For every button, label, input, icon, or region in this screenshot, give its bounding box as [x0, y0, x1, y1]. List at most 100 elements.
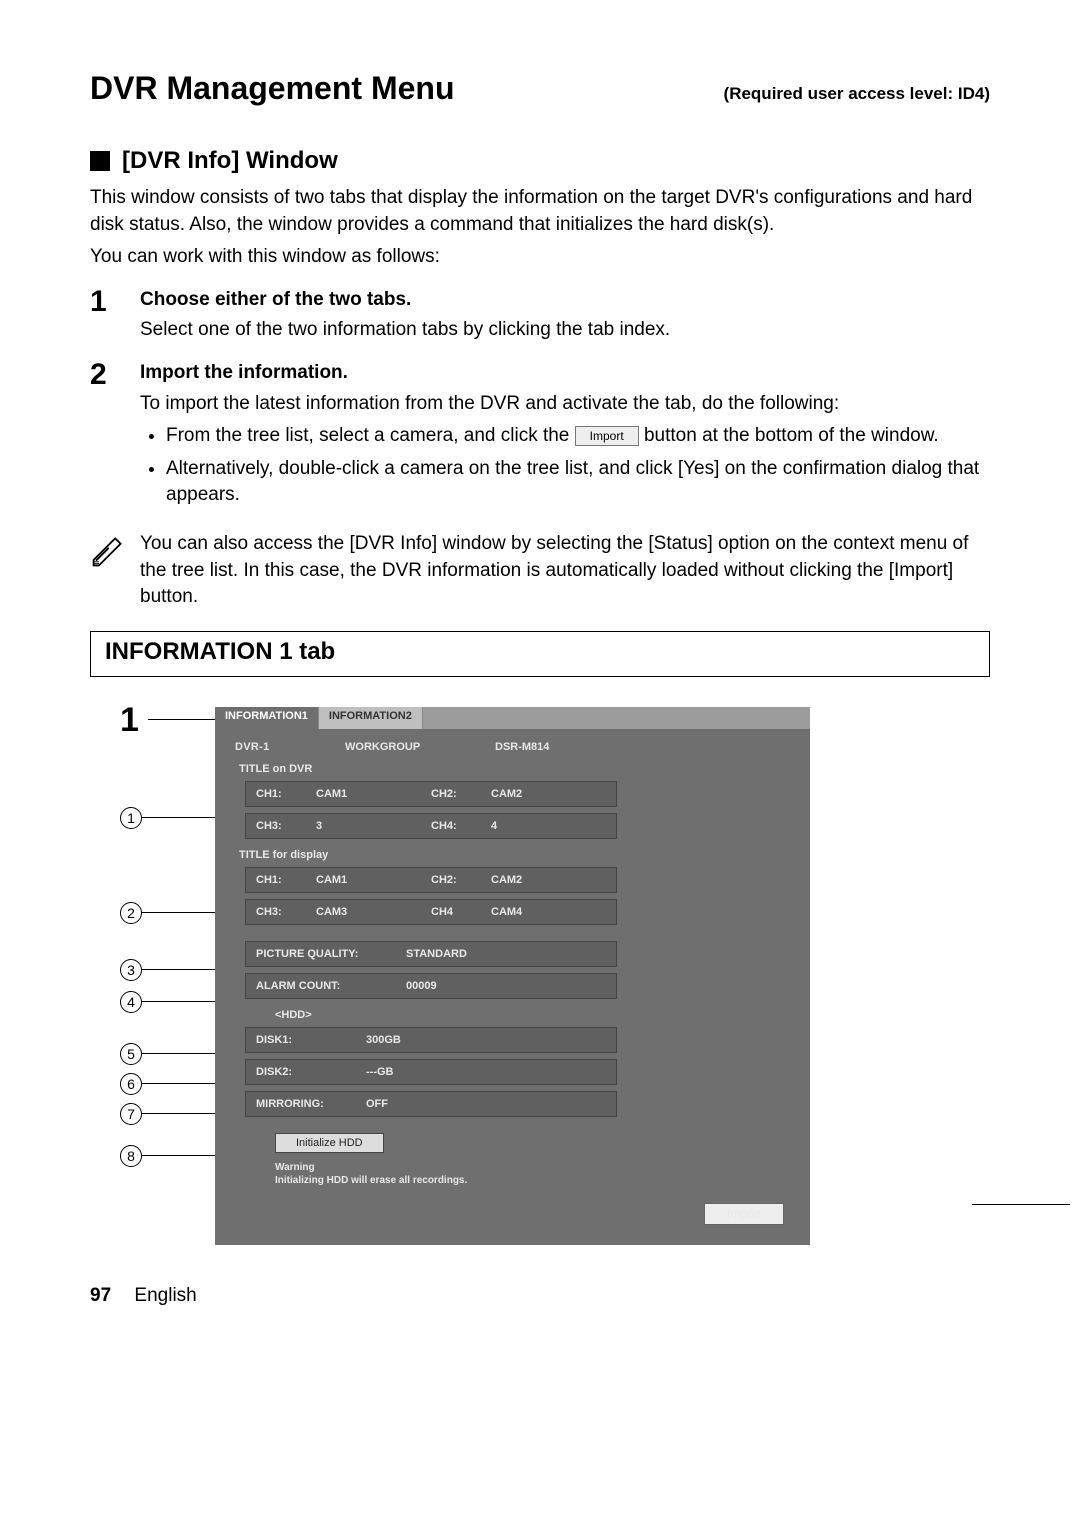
step2-body: To import the latest information from th…	[140, 391, 990, 418]
warning-label: Warning	[275, 1161, 794, 1174]
section-title: [DVR Info] Window	[122, 147, 338, 175]
d-ch4-label: CH4	[431, 906, 491, 918]
bullet1-pre: From the tree list, select a camera, and…	[166, 425, 569, 446]
lead-line	[142, 1155, 215, 1156]
disk2-row: DISK2: ---GB	[245, 1059, 617, 1085]
mirroring-row: MIRRORING: OFF	[245, 1091, 617, 1117]
initialize-hdd-button[interactable]: Initialize HDD	[275, 1133, 384, 1153]
steps: 1 Choose either of the two tabs. Select …	[90, 287, 990, 515]
step-number: 1	[90, 287, 140, 344]
disk2-value: ---GB	[366, 1066, 394, 1078]
header: DVR Management Menu (Required user acces…	[90, 70, 990, 107]
ch3-value: 3	[316, 820, 431, 832]
disp-title-row1: CH1: CAM1 CH2: CAM2	[245, 867, 617, 893]
callout-big-1: 1	[120, 701, 139, 740]
dvr-title-row2: CH3: 3 CH4: 4	[245, 813, 617, 839]
d-ch3-value: CAM3	[316, 906, 431, 918]
d-ch3-label: CH3:	[256, 906, 316, 918]
warning-text: Initializing HDD will erase all recordin…	[275, 1174, 794, 1187]
lead-line	[142, 969, 215, 970]
dvr-model: DSR-M814	[495, 741, 549, 753]
picture-quality-label: PICTURE QUALITY:	[256, 948, 406, 960]
tab-information1[interactable]: INFORMATION1	[215, 707, 319, 729]
tab-heading-box: INFORMATION 1 tab	[90, 631, 990, 677]
section-para2: You can work with this window as follows…	[90, 244, 990, 271]
callout-1: 1	[120, 807, 142, 829]
bullet-square-icon	[90, 151, 110, 171]
d-ch4-value: CAM4	[491, 906, 606, 918]
warning-block: Warning Initializing HDD will erase all …	[275, 1161, 794, 1187]
callout-2: 2	[120, 902, 142, 924]
lead-line	[142, 817, 215, 818]
step2-bullet2: Alternatively, double-click a camera on …	[166, 456, 990, 509]
info-panel: INFORMATION1 INFORMATION2 DVR-1 WORKGROU…	[215, 707, 810, 1245]
ch3-label: CH3:	[256, 820, 316, 832]
figure: 1 1 2 3 4 5	[120, 707, 990, 1245]
callout-7: 7	[120, 1103, 142, 1125]
ch2-value: CAM2	[491, 788, 606, 800]
import-inline-button[interactable]: Import	[575, 426, 639, 446]
alarm-count-row: ALARM COUNT: 00009	[245, 973, 617, 999]
callout-3: 3	[120, 959, 142, 981]
step2-heading: Import the information.	[140, 360, 990, 387]
alarm-count-label: ALARM COUNT:	[256, 980, 406, 992]
lead-line	[142, 1001, 215, 1002]
ch4-value: 4	[491, 820, 606, 832]
footer-language: English	[134, 1285, 196, 1306]
callout-8: 8	[120, 1145, 142, 1167]
footer: 97 English	[90, 1285, 990, 1307]
tab-bar: INFORMATION1 INFORMATION2	[215, 707, 810, 729]
lead-line	[142, 1113, 215, 1114]
disk1-label: DISK1:	[256, 1034, 366, 1046]
hdd-label: <HDD>	[275, 1009, 794, 1021]
access-level: (Required user access level: ID4)	[724, 84, 990, 104]
alarm-count-value: 00009	[406, 980, 437, 992]
disk1-row: DISK1: 300GB	[245, 1027, 617, 1053]
mirroring-value: OFF	[366, 1098, 388, 1110]
step1-body: Select one of the two information tabs b…	[140, 317, 990, 344]
step-1: 1 Choose either of the two tabs. Select …	[90, 287, 990, 344]
ch1-label: CH1:	[256, 788, 316, 800]
note-icon	[90, 531, 140, 611]
step2-bullet1: From the tree list, select a camera, and…	[166, 423, 990, 450]
callout-6: 6	[120, 1073, 142, 1095]
d-ch2-value: CAM2	[491, 874, 606, 886]
section-para1: This window consists of two tabs that di…	[90, 185, 990, 238]
title-for-display-label: TITLE for display	[239, 849, 794, 861]
bullet1-post: button at the bottom of the window.	[644, 425, 939, 446]
picture-quality-row: PICTURE QUALITY: STANDARD	[245, 941, 617, 967]
note-text: You can also access the [DVR Info] windo…	[140, 531, 990, 611]
d-ch2-label: CH2:	[431, 874, 491, 886]
page-title: DVR Management Menu	[90, 70, 454, 107]
note: You can also access the [DVR Info] windo…	[90, 531, 990, 611]
lead-line	[972, 1204, 1070, 1205]
lead-line	[142, 912, 215, 913]
dvr-name: DVR-1	[235, 741, 345, 753]
lead-line	[142, 1053, 215, 1054]
lead-line	[148, 719, 215, 720]
section-heading: [DVR Info] Window	[90, 147, 990, 175]
ch4-label: CH4:	[431, 820, 491, 832]
ch1-value: CAM1	[316, 788, 431, 800]
page: DVR Management Menu (Required user acces…	[0, 0, 1080, 1347]
dvr-title-row1: CH1: CAM1 CH2: CAM2	[245, 781, 617, 807]
ch2-label: CH2:	[431, 788, 491, 800]
title-on-dvr-label: TITLE on DVR	[239, 763, 794, 775]
disp-title-row2: CH3: CAM3 CH4 CAM4	[245, 899, 617, 925]
step1-heading: Choose either of the two tabs.	[140, 287, 990, 314]
page-number: 97	[90, 1285, 111, 1306]
disk1-value: 300GB	[366, 1034, 401, 1046]
callout-5: 5	[120, 1043, 142, 1065]
mirroring-label: MIRRORING:	[256, 1098, 366, 1110]
import-button[interactable]: Import	[704, 1203, 784, 1225]
picture-quality-value: STANDARD	[406, 948, 467, 960]
tab-information2[interactable]: INFORMATION2	[319, 707, 423, 729]
workgroup-label: WORKGROUP	[345, 741, 495, 753]
disk2-label: DISK2:	[256, 1066, 366, 1078]
callout-4: 4	[120, 991, 142, 1013]
step-2: 2 Import the information. To import the …	[90, 360, 990, 515]
step-number: 2	[90, 360, 140, 515]
callouts-left: 1 1 2 3 4 5	[120, 707, 215, 1245]
d-ch1-label: CH1:	[256, 874, 316, 886]
lead-line	[142, 1083, 215, 1084]
